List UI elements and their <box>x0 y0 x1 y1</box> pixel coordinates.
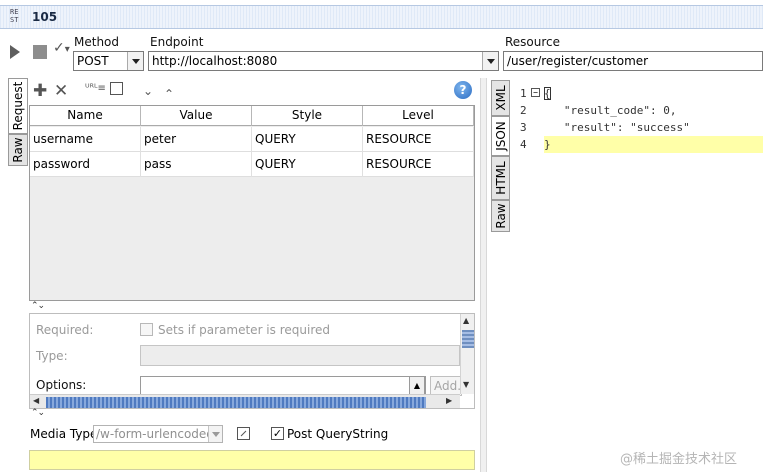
line-number: 3 <box>520 121 527 134</box>
media-type-value: /w-form-urlencoded <box>96 427 214 441</box>
url-encode-icon[interactable]: ᵁᴿᴸ≡ <box>85 79 106 99</box>
cell-name[interactable]: username <box>30 127 141 152</box>
move-up-icon[interactable]: ⌃ <box>164 84 174 104</box>
media-type-select[interactable]: /w-form-urlencoded <box>93 425 223 443</box>
code-line: "result": "success" <box>544 121 690 134</box>
title-bar: RE ST 105 <box>0 5 763 29</box>
scroll-down-icon[interactable]: ▼ <box>463 380 469 389</box>
endpoint-value: http://localhost:8080 <box>152 54 278 68</box>
check-assert-icon[interactable]: ✓▾ <box>53 40 70 56</box>
request-body-editor[interactable] <box>29 450 475 470</box>
splitter-arrows-icon: ⌃⌄ <box>31 408 45 418</box>
watermark: @稀土掘金技术社区 <box>620 452 738 467</box>
tab-xml-label: XML <box>493 85 508 111</box>
resource-label: Resource <box>505 35 561 49</box>
scroll-right-icon[interactable]: ▶ <box>446 396 452 405</box>
table-row[interactable]: password pass QUERY RESOURCE <box>30 152 474 177</box>
scrollbar-thumb[interactable] <box>462 330 474 348</box>
tab-raw[interactable]: Raw <box>8 134 28 166</box>
post-querystring-label: Post QueryString <box>287 427 389 441</box>
method-value: POST <box>77 54 109 68</box>
required-checkbox[interactable] <box>140 323 153 336</box>
scrollbar-thumb[interactable] <box>46 397 426 408</box>
add-icon[interactable]: ✚ <box>33 81 47 101</box>
line-number-gutter: 1 − 2 3 4 <box>512 84 542 472</box>
required-label: Required: <box>36 323 94 337</box>
cell-level[interactable]: RESOURCE <box>363 152 474 177</box>
tab-request[interactable]: Request <box>8 78 28 134</box>
cell-value[interactable]: peter <box>141 127 252 152</box>
media-type-label: Media Type <box>30 427 98 441</box>
expand-icon[interactable] <box>110 82 123 95</box>
help-icon[interactable]: ? <box>454 81 472 99</box>
tab-request-label: Request <box>11 81 25 131</box>
tab-html-label: HTML <box>493 161 508 195</box>
details-splitter[interactable]: ⌃⌄ <box>29 408 475 420</box>
resource-input[interactable]: /user/register/customer <box>503 51 763 71</box>
column-header-level[interactable]: Level <box>363 106 474 126</box>
table-header: Name Value Style Level <box>30 106 474 126</box>
details-horizontal-scrollbar[interactable]: ◀ ▶ <box>30 394 460 408</box>
delete-icon[interactable]: ✕ <box>54 81 68 101</box>
chevron-down-icon[interactable] <box>482 52 498 70</box>
rest-app-icon: RE ST <box>10 8 19 24</box>
chevron-down-icon[interactable] <box>127 52 143 70</box>
panel-splitter[interactable] <box>480 78 487 472</box>
line-number: 2 <box>520 104 527 117</box>
method-label: Method <box>74 35 120 49</box>
required-hint: Sets if parameter is required <box>158 323 330 337</box>
cell-level[interactable]: RESOURCE <box>363 127 474 152</box>
scroll-up-icon[interactable]: ▲ <box>463 316 469 325</box>
code-line-current: } <box>544 136 763 153</box>
cell-style[interactable]: QUERY <box>252 127 363 152</box>
line-number: 1 <box>520 87 527 100</box>
cell-style[interactable]: QUERY <box>252 152 363 177</box>
table-splitter[interactable]: ⌃⌄ <box>29 301 475 313</box>
tab-xml[interactable]: XML <box>491 80 510 116</box>
column-header-value[interactable]: Value <box>141 106 252 126</box>
options-label: Options: <box>36 378 87 392</box>
add-option-button[interactable]: Add... <box>430 376 462 396</box>
scroll-left-icon[interactable]: ◀ <box>33 396 39 405</box>
code-line: { <box>544 87 551 100</box>
request-panel: ✚ ✕ ᵁᴿᴸ≡ ⌄ ⌃ ? Name Value Style Level us… <box>28 78 476 472</box>
details-vertical-scrollbar[interactable]: ▲ ▼ <box>460 314 474 394</box>
stop-request-icon[interactable] <box>33 45 47 59</box>
splitter-arrows-icon: ⌃⌄ <box>31 301 45 311</box>
line-number: 4 <box>520 138 527 151</box>
param-details-panel: Required: Sets if parameter is required … <box>29 313 475 409</box>
type-select[interactable] <box>140 345 460 366</box>
fold-toggle-icon[interactable]: − <box>531 88 540 97</box>
column-header-name[interactable]: Name <box>30 106 141 126</box>
type-label: Type: <box>36 349 68 363</box>
tab-json-label: JSON <box>493 121 508 151</box>
move-down-icon[interactable]: ⌄ <box>143 81 153 101</box>
column-header-style[interactable]: Style <box>252 106 363 126</box>
chevron-down-icon[interactable] <box>208 426 222 442</box>
tab-raw-response[interactable]: Raw <box>491 200 510 232</box>
cell-value[interactable]: pass <box>141 152 252 177</box>
run-request-icon[interactable] <box>10 45 20 59</box>
options-input[interactable] <box>140 376 426 396</box>
method-select[interactable]: POST <box>73 51 144 71</box>
params-toolbar: ✚ ✕ ᵁᴿᴸ≡ ⌄ ⌃ ? <box>28 78 476 104</box>
open-editor-icon[interactable] <box>237 427 250 440</box>
endpoint-label: Endpoint <box>150 35 204 49</box>
cell-name[interactable]: password <box>30 152 141 177</box>
table-row[interactable]: username peter QUERY RESOURCE <box>30 127 474 152</box>
window-title: 105 <box>32 10 58 24</box>
params-table: Name Value Style Level username peter QU… <box>29 105 475 301</box>
tab-raw-label: Raw <box>11 137 25 163</box>
endpoint-select[interactable]: http://localhost:8080 <box>148 51 499 71</box>
tab-json[interactable]: JSON <box>491 116 510 156</box>
code-line: "result_code": 0, <box>544 104 677 117</box>
post-querystring-checkbox[interactable]: ✓ <box>271 427 284 440</box>
tab-raw-response-label: Raw <box>493 203 508 229</box>
response-editor[interactable]: 1 − 2 3 4 { "result_code": 0, "result": … <box>512 84 763 472</box>
tab-html[interactable]: HTML <box>491 156 510 200</box>
options-spinner[interactable]: ▲ <box>409 376 425 396</box>
